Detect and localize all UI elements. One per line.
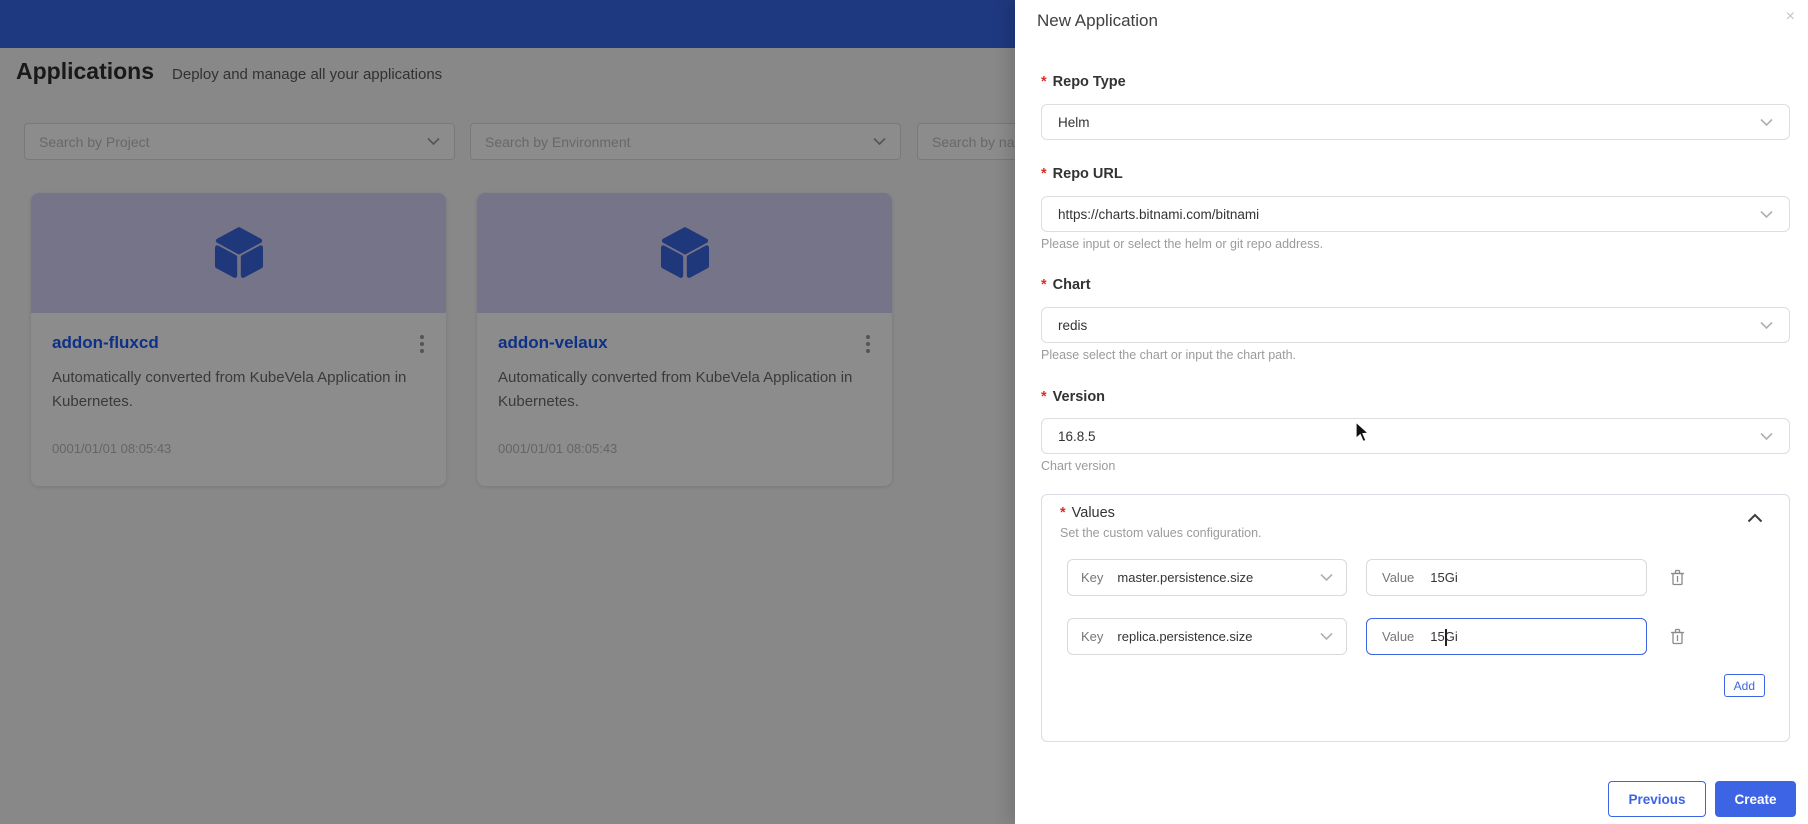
repo-url-value: https://charts.bitnami.com/bitnami (1058, 207, 1259, 222)
chevron-down-icon (1760, 210, 1773, 219)
applications-page: Applications Deploy and manage all your … (0, 0, 1808, 824)
repo-type-select[interactable]: Helm (1041, 104, 1790, 140)
value-text: 15Gi (1430, 570, 1457, 585)
values-label: *Values (1060, 505, 1115, 521)
previous-button[interactable]: Previous (1608, 781, 1706, 817)
text-caret (1445, 629, 1447, 646)
key-prefix-label: Key (1081, 570, 1103, 585)
repo-type-label: *Repo Type (1041, 74, 1126, 90)
drawer-title: New Application (1037, 11, 1158, 31)
add-value-button[interactable]: Add (1724, 674, 1765, 697)
new-application-drawer: New Application × *Repo Type Helm *Repo … (1015, 0, 1808, 824)
key-prefix-label: Key (1081, 629, 1103, 644)
chevron-down-icon (1760, 432, 1773, 441)
chart-select[interactable]: redis (1041, 307, 1790, 343)
delete-row-icon[interactable] (1670, 569, 1685, 586)
chevron-down-icon (1760, 118, 1773, 127)
version-label: *Version (1041, 389, 1105, 405)
value-prefix-label: Value (1382, 629, 1414, 644)
mouse-cursor (1355, 421, 1371, 443)
required-asterisk: * (1041, 166, 1047, 182)
chart-hint: Please select the chart or input the cha… (1041, 348, 1296, 362)
value-prefix-label: Value (1382, 570, 1414, 585)
chart-value: redis (1058, 318, 1087, 333)
values-hint: Set the custom values configuration. (1060, 526, 1262, 540)
key-value: replica.persistence.size (1117, 629, 1252, 644)
version-value: 16.8.5 (1058, 429, 1096, 444)
repo-url-select[interactable]: https://charts.bitnami.com/bitnami (1041, 196, 1790, 232)
chart-label: *Chart (1041, 277, 1091, 293)
key-value: master.persistence.size (1117, 570, 1253, 585)
repo-type-value: Helm (1058, 115, 1090, 130)
repo-url-label: *Repo URL (1041, 166, 1123, 182)
required-asterisk: * (1041, 277, 1047, 293)
collapse-chevron-up-icon[interactable] (1747, 513, 1763, 523)
delete-row-icon[interactable] (1670, 628, 1685, 645)
chevron-down-icon (1320, 573, 1333, 582)
values-value-input[interactable]: Value 15Gi (1366, 559, 1647, 596)
close-icon[interactable]: × (1786, 9, 1795, 25)
repo-url-hint: Please input or select the helm or git r… (1041, 237, 1323, 251)
required-asterisk: * (1041, 74, 1047, 90)
values-value-input-focused[interactable]: Value 15Gi (1366, 618, 1647, 655)
required-asterisk: * (1060, 505, 1066, 521)
values-key-select[interactable]: Key master.persistence.size (1067, 559, 1347, 596)
chevron-down-icon (1760, 321, 1773, 330)
required-asterisk: * (1041, 389, 1047, 405)
version-select[interactable]: 16.8.5 (1041, 418, 1790, 454)
create-button[interactable]: Create (1715, 781, 1796, 817)
values-section: *Values Set the custom values configurat… (1041, 494, 1790, 742)
chevron-down-icon (1320, 632, 1333, 641)
values-key-select[interactable]: Key replica.persistence.size (1067, 618, 1347, 655)
version-hint: Chart version (1041, 459, 1115, 473)
